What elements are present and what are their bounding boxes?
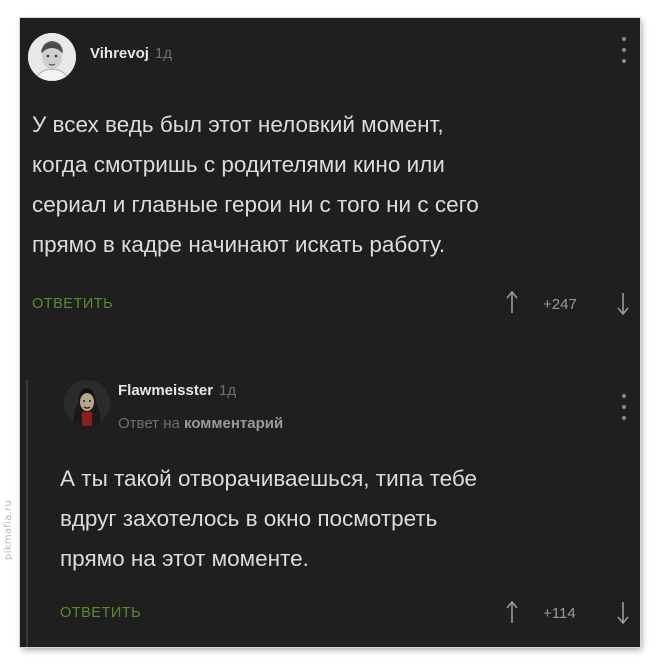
author-name[interactable]: Flawmeisster xyxy=(118,382,213,399)
thread-line[interactable] xyxy=(26,380,28,647)
comment-text-line: прямо на этот моменте. xyxy=(60,546,309,571)
avatar-vihrevoj[interactable] xyxy=(28,33,76,81)
watermark: pikmafia.ru xyxy=(3,499,14,560)
rating-score: +114 xyxy=(543,605,576,622)
comment-text-line: А ты такой отворачиваешься, типа тебе xyxy=(60,466,478,491)
downvote-arrow-icon[interactable] xyxy=(617,601,629,625)
avatar-flawmeisster[interactable] xyxy=(64,380,110,426)
more-options-icon[interactable] xyxy=(621,37,627,63)
upvote-arrow-icon[interactable] xyxy=(506,290,518,314)
reply-button[interactable]: ОТВЕТИТЬ xyxy=(60,605,141,621)
rating-score: +247 xyxy=(543,296,577,313)
comment-text: У всех ведь был этот неловкий момент, ко… xyxy=(32,105,479,265)
comment-age: 1д xyxy=(219,382,237,399)
comment-text-line: когда смотришь с родителями кино или xyxy=(32,152,445,177)
reply-button[interactable]: ОТВЕТИТЬ xyxy=(32,296,113,312)
comment-age: 1д xyxy=(154,45,173,62)
comment-text-line: сериал и главные герои ни с того ни с се… xyxy=(32,192,479,217)
reply-to-link[interactable]: комментарий xyxy=(184,415,283,432)
comment-text-line: вдруг захотелось в окно посмотреть xyxy=(60,506,438,531)
upvote-arrow-icon[interactable] xyxy=(506,600,518,624)
comment-text-line: прямо в кадре начинают искать работу. xyxy=(32,232,446,257)
author-name[interactable]: Vihrevoj xyxy=(90,45,149,62)
reply-to-info: Ответ на комментарий xyxy=(118,415,283,432)
comments-panel: Vihrevoj 1д У всех ведь был этот неловкий… xyxy=(20,18,640,647)
more-options-icon[interactable] xyxy=(621,394,627,420)
comment-text-line: У всех ведь был этот неловкий момент, xyxy=(32,112,444,137)
comment-text: А ты такой отворачиваешься, типа тебе вд… xyxy=(60,459,477,579)
reply-to-prefix: Ответ на xyxy=(118,415,180,432)
downvote-arrow-icon[interactable] xyxy=(617,292,629,316)
